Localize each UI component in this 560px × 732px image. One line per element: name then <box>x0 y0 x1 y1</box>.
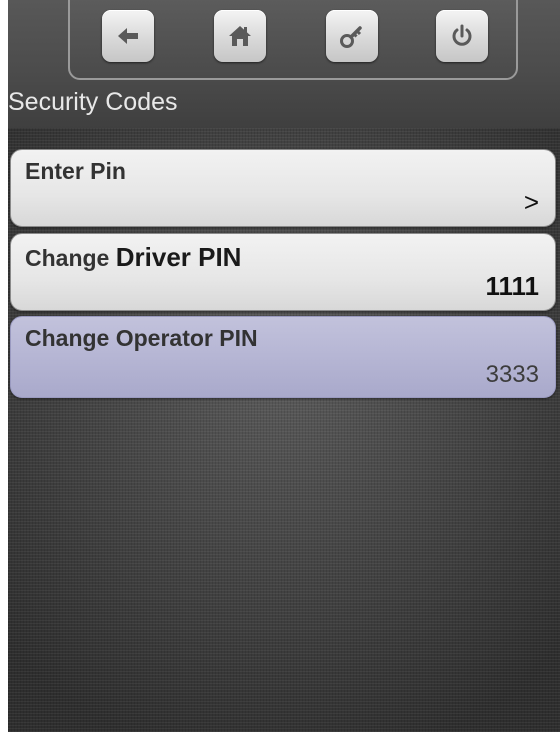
menu-item-change-driver-pin[interactable]: Change Driver PIN 1111 <box>10 233 556 311</box>
menu-item-change-operator-pin[interactable]: Change Operator PIN 3333 <box>10 316 556 398</box>
back-button[interactable] <box>102 10 154 62</box>
home-icon <box>229 26 251 46</box>
header-bar: Security Codes <box>8 0 560 128</box>
device-screen: Security Codes Enter Pin > Change Driver… <box>8 0 560 732</box>
enter-pin-label: Enter Pin <box>25 158 126 184</box>
driver-pin-value: 1111 <box>485 271 539 301</box>
power-icon <box>452 24 472 46</box>
operator-pin-value: 3333 <box>485 361 539 388</box>
driver-pin-label-prefix: Change <box>25 245 110 271</box>
page-title: Security Codes <box>8 88 178 116</box>
key-button[interactable] <box>326 10 378 62</box>
driver-pin-label: Change Driver PIN <box>25 242 241 273</box>
operator-pin-label: Change Operator PIN <box>25 325 258 351</box>
back-arrow-icon <box>118 28 138 44</box>
toolbar <box>68 0 518 80</box>
driver-pin-label-main: Driver PIN <box>115 242 242 272</box>
home-button[interactable] <box>214 10 266 62</box>
chevron-right-icon: > <box>523 187 539 217</box>
key-icon <box>340 26 362 48</box>
menu-item-enter-pin[interactable]: Enter Pin > <box>10 149 556 227</box>
power-button[interactable] <box>436 10 488 62</box>
